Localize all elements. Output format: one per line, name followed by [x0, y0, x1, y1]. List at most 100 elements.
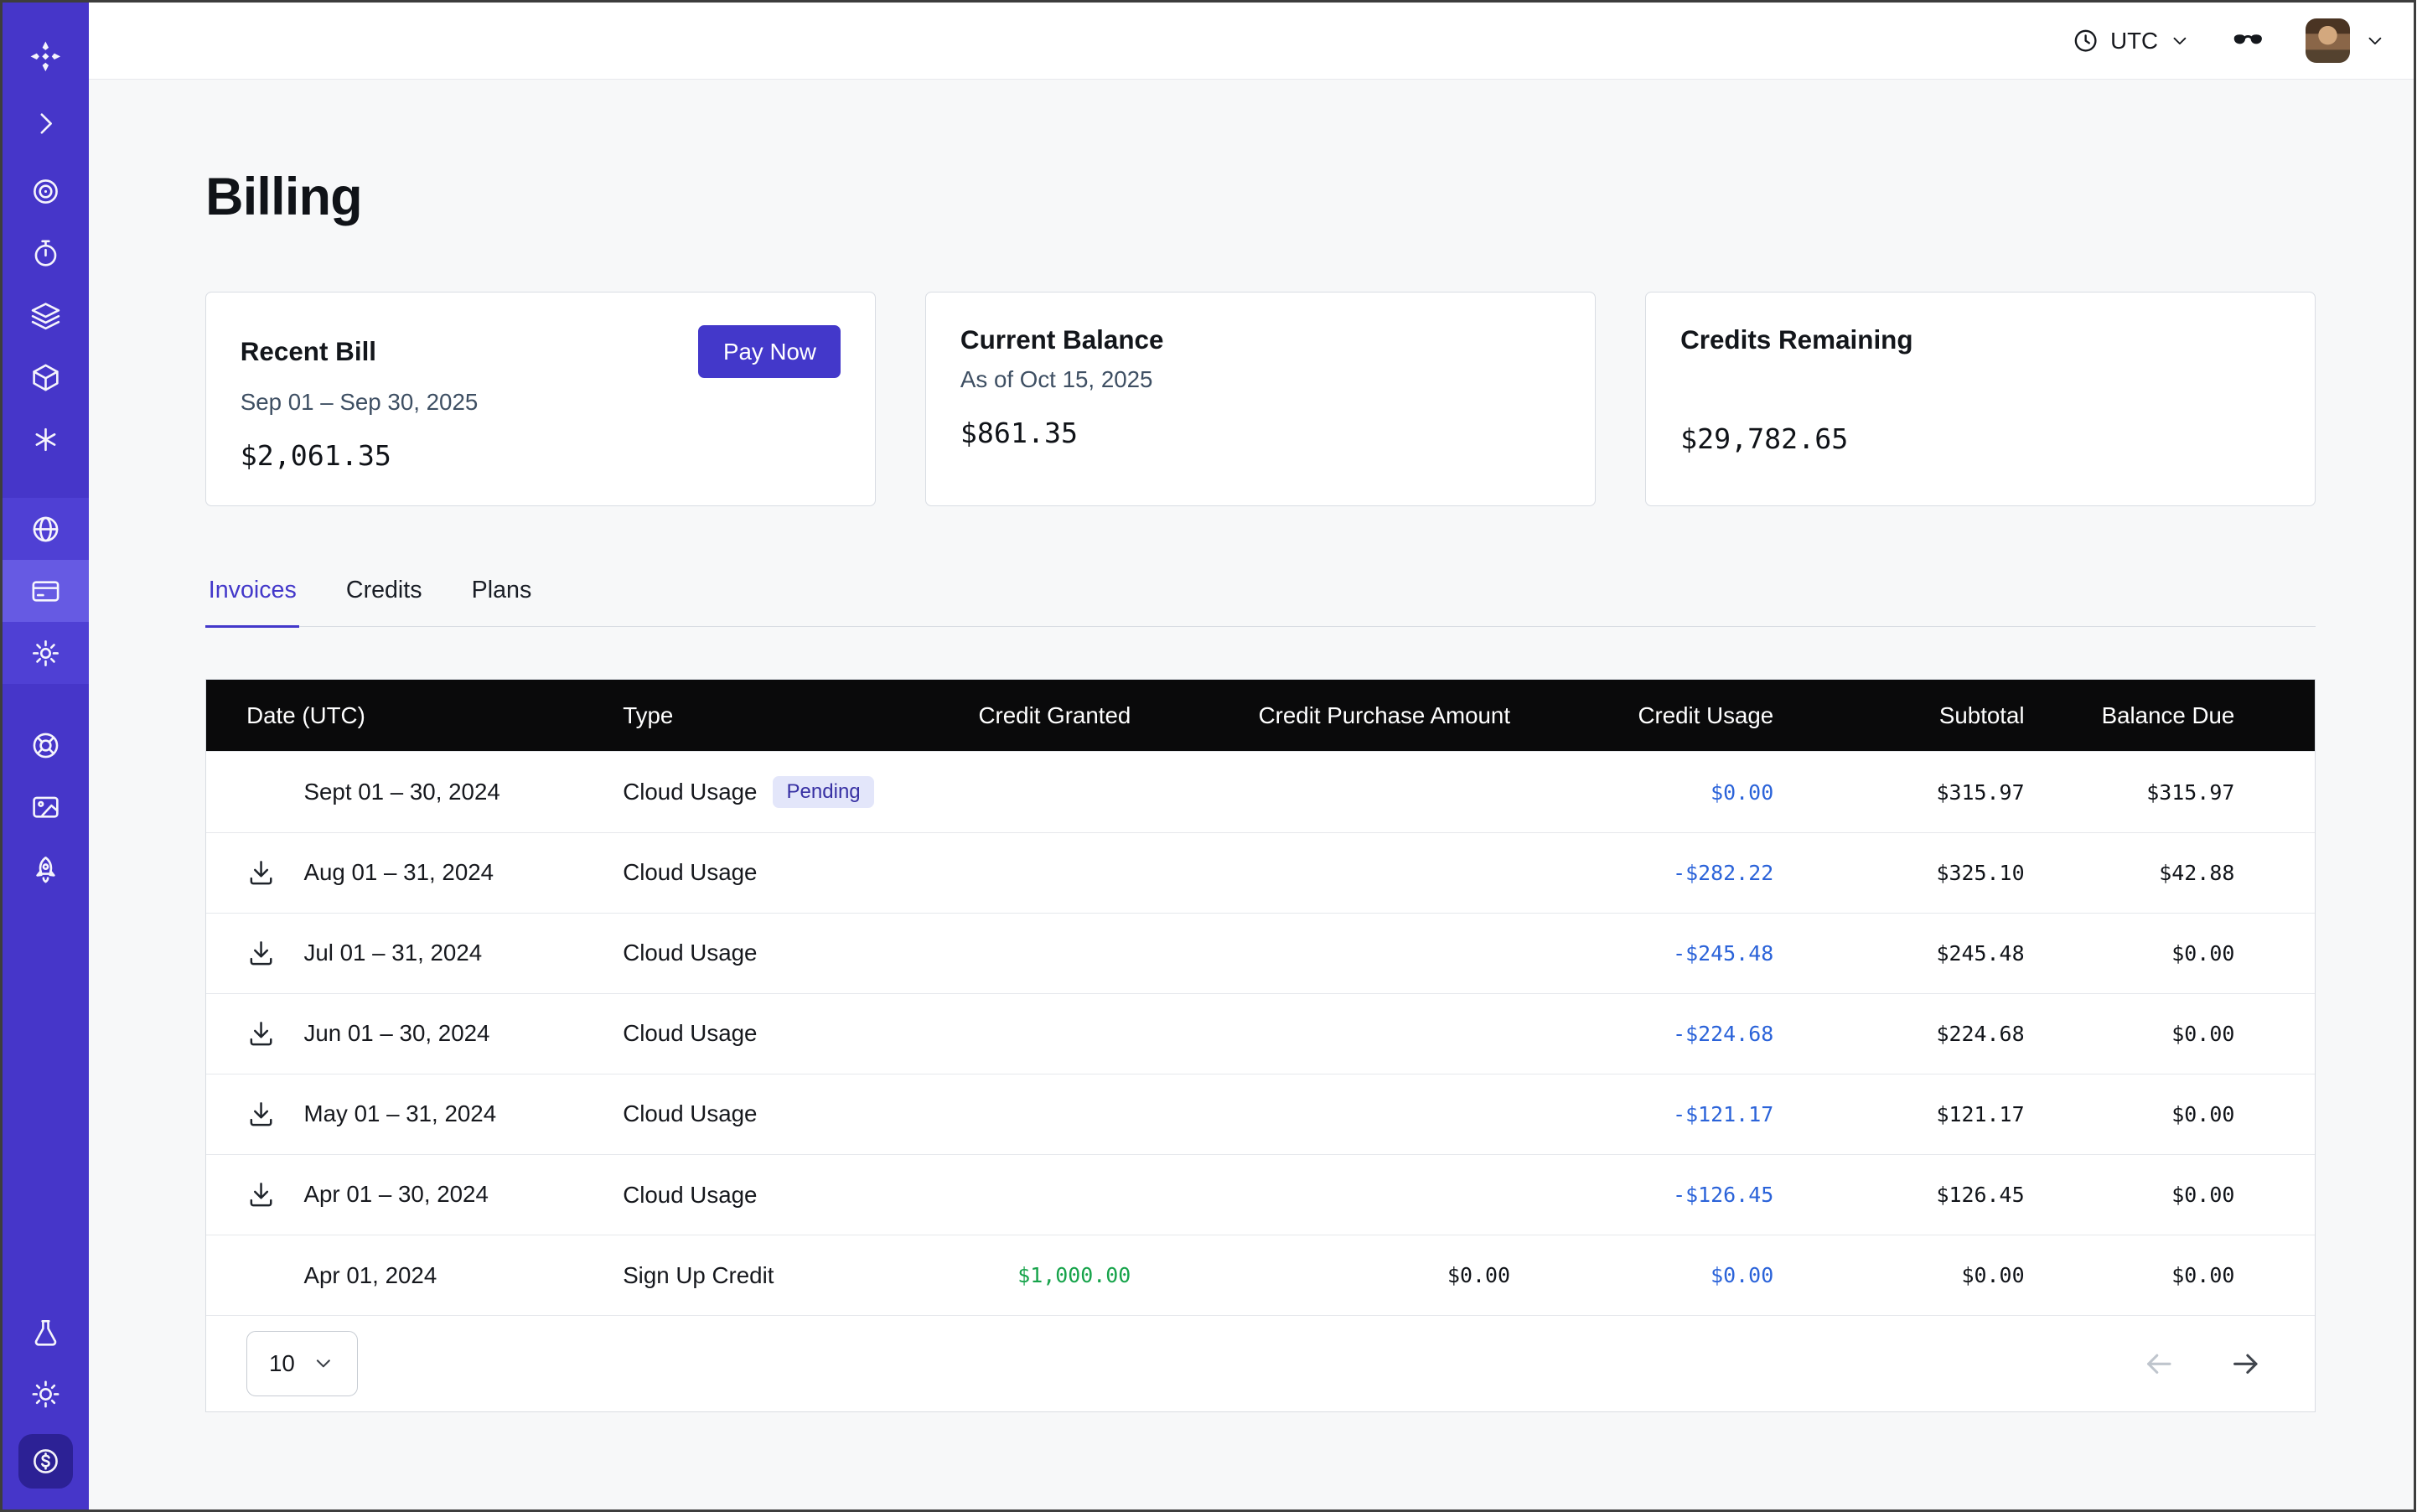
summary-cards: Recent Bill Pay Now Sep 01 – Sep 30, 202… — [205, 292, 2316, 505]
asterisk-icon[interactable] — [3, 408, 89, 470]
balance-due-value: $0.00 — [2025, 1183, 2316, 1207]
invoice-date: Jun 01 – 30, 2024 — [304, 1020, 490, 1047]
balance-due-value: $0.00 — [2025, 1022, 2316, 1046]
download-invoice-icon[interactable] — [246, 858, 303, 888]
timezone-selector[interactable]: UTC — [2072, 27, 2191, 54]
topbar: UTC — [89, 3, 2413, 80]
sun-icon[interactable] — [3, 1364, 89, 1426]
recent-bill-title: Recent Bill — [241, 337, 376, 367]
subtotal-value: $224.68 — [1773, 1022, 2024, 1046]
col-header-balance-due: Balance Due — [2025, 702, 2316, 729]
download-invoice-icon[interactable] — [246, 1180, 303, 1209]
subtotal-value: $126.45 — [1773, 1183, 2024, 1207]
cube-icon[interactable] — [3, 346, 89, 408]
invoice-type: Cloud Usage — [623, 1100, 757, 1127]
credits-remaining-amount: $29,782.65 — [1680, 422, 2281, 455]
table-pagination: 10 — [206, 1315, 2315, 1411]
layers-icon[interactable] — [3, 284, 89, 346]
tab-plans[interactable]: Plans — [468, 567, 535, 625]
credit-usage-value: -$121.17 — [1510, 1102, 1773, 1126]
recent-bill-card: Recent Bill Pay Now Sep 01 – Sep 30, 202… — [205, 292, 876, 505]
recent-bill-amount: $2,061.35 — [241, 439, 841, 472]
globe-icon[interactable] — [3, 498, 89, 560]
rocket-icon[interactable] — [3, 839, 89, 901]
next-page-button[interactable] — [2228, 1347, 2263, 1381]
credits-remaining-card: Credits Remaining $29,782.65 — [1645, 292, 2316, 505]
page-title: Billing — [205, 167, 2316, 227]
status-badge: Pending — [773, 776, 874, 809]
invoice-date: Aug 01 – 31, 2024 — [304, 859, 494, 886]
main-content: Billing Recent Bill Pay Now Sep 01 – Sep… — [89, 80, 2413, 1509]
billing-tabs: Invoices Credits Plans — [205, 567, 2316, 626]
timer-icon[interactable] — [3, 222, 89, 284]
table-row[interactable]: Sept 01 – 30, 2024 Cloud UsagePending $0… — [206, 751, 2315, 831]
table-row[interactable]: Jul 01 – 31, 2024 Cloud Usage -$245.48 $… — [206, 913, 2315, 993]
arrow-left-icon — [2142, 1347, 2176, 1381]
col-header-subtotal: Subtotal — [1773, 702, 2024, 729]
balance-due-value: $0.00 — [2025, 1102, 2316, 1126]
current-balance-card: Current Balance As of Oct 15, 2025 $861.… — [925, 292, 1596, 505]
previous-page-button[interactable] — [2142, 1347, 2176, 1381]
dollar-coin-icon[interactable] — [3, 1426, 89, 1497]
sidebar-billing-group — [3, 498, 89, 684]
tab-invoices[interactable]: Invoices — [205, 567, 299, 627]
flask-icon[interactable] — [3, 1302, 89, 1364]
credit-usage-value: -$282.22 — [1510, 861, 1773, 885]
main-column: UTC Billing Recent Bill Pay Now Se — [89, 3, 2413, 1509]
invoice-type: Cloud Usage — [623, 859, 757, 886]
glasses-icon[interactable] — [2231, 23, 2265, 58]
credit-usage-value: -$126.45 — [1510, 1183, 1773, 1207]
subtotal-value: $315.97 — [1773, 780, 2024, 805]
user-menu[interactable] — [2306, 18, 2386, 64]
images-icon[interactable] — [3, 777, 89, 839]
invoice-date: Apr 01, 2024 — [304, 1262, 437, 1289]
arrow-right-icon — [2228, 1347, 2263, 1381]
current-balance-asof: As of Oct 15, 2025 — [960, 366, 1561, 393]
balance-due-value: $0.00 — [2025, 1263, 2316, 1287]
clock-icon — [2072, 27, 2099, 54]
logo-icon[interactable] — [3, 21, 89, 92]
credit-usage-value: -$245.48 — [1510, 941, 1773, 966]
chevron-down-icon — [2169, 30, 2191, 52]
col-header-credit-usage: Credit Usage — [1510, 702, 1773, 729]
page-size-value: 10 — [269, 1350, 295, 1377]
invoice-date: Jul 01 – 31, 2024 — [304, 940, 483, 966]
invoices-table: Date (UTC) Type Credit Granted Credit Pu… — [205, 679, 2316, 1411]
billing-card-icon[interactable] — [3, 560, 89, 622]
balance-due-value: $42.88 — [2025, 861, 2316, 885]
settings-gear-icon[interactable] — [3, 622, 89, 684]
table-row[interactable]: Jun 01 – 30, 2024 Cloud Usage -$224.68 $… — [206, 993, 2315, 1074]
pay-now-button[interactable]: Pay Now — [698, 325, 841, 378]
download-invoice-icon[interactable] — [246, 1100, 303, 1129]
lifebuoy-icon[interactable] — [3, 715, 89, 777]
sidebar — [3, 3, 89, 1509]
download-invoice-icon[interactable] — [246, 939, 303, 968]
dollar-coin-background — [18, 1434, 73, 1489]
current-balance-amount: $861.35 — [960, 417, 1561, 449]
invoice-type: Cloud Usage — [623, 1020, 757, 1047]
chevron-right-icon[interactable] — [3, 92, 89, 154]
invoice-date: May 01 – 31, 2024 — [304, 1100, 497, 1127]
credit-usage-value: -$224.68 — [1510, 1022, 1773, 1046]
table-row[interactable]: Aug 01 – 31, 2024 Cloud Usage -$282.22 $… — [206, 832, 2315, 913]
table-row[interactable]: Apr 01 – 30, 2024 Cloud Usage -$126.45 $… — [206, 1154, 2315, 1235]
table-row[interactable]: Apr 01, 2024 Sign Up Credit $1,000.00 $0… — [206, 1235, 2315, 1315]
current-balance-title: Current Balance — [960, 325, 1164, 355]
radar-icon[interactable] — [3, 160, 89, 222]
page-size-select[interactable]: 10 — [246, 1331, 358, 1396]
balance-due-value: $315.97 — [2025, 780, 2316, 805]
credit-usage-value: $0.00 — [1510, 1263, 1773, 1287]
col-header-type: Type — [623, 702, 909, 729]
table-row[interactable]: May 01 – 31, 2024 Cloud Usage -$121.17 $… — [206, 1074, 2315, 1154]
timezone-label: UTC — [2110, 28, 2158, 54]
invoice-date: Sept 01 – 30, 2024 — [304, 779, 500, 805]
recent-bill-period: Sep 01 – Sep 30, 2025 — [241, 389, 841, 416]
credit-granted-value: $1,000.00 — [909, 1263, 1131, 1287]
subtotal-value: $121.17 — [1773, 1102, 2024, 1126]
chevron-down-icon — [312, 1352, 335, 1375]
credit-purchase-value: $0.00 — [1131, 1263, 1510, 1287]
credit-usage-value: $0.00 — [1510, 780, 1773, 805]
download-invoice-icon[interactable] — [246, 1019, 303, 1049]
tab-credits[interactable]: Credits — [343, 567, 425, 625]
invoice-type: Cloud Usage — [623, 1182, 757, 1209]
